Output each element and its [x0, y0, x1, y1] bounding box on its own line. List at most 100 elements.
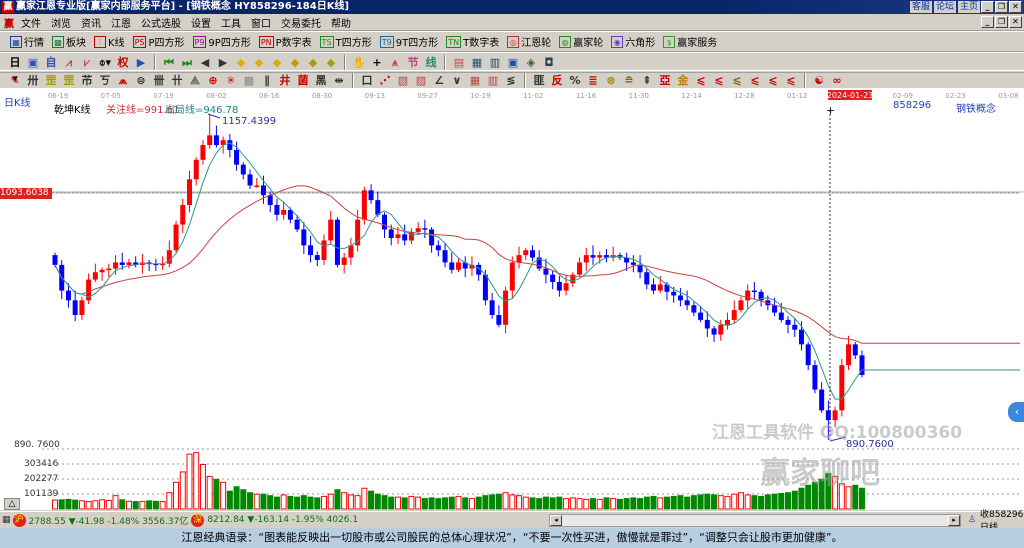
wave-icon[interactable]: ∨ [449, 73, 465, 89]
child-restore-button[interactable]: ❐ [995, 16, 1008, 28]
infinity-icon[interactable]: ∞ [829, 73, 845, 89]
menu-tools[interactable]: 工具 [216, 15, 246, 30]
angle2-icon[interactable]: ∠ [431, 73, 447, 89]
home-link[interactable]: 主页 [957, 1, 980, 13]
circle-icon[interactable]: ⊜ [133, 73, 149, 89]
menu-formula[interactable]: 公式选股 [136, 15, 186, 30]
diamond4-icon[interactable]: ◆ [287, 55, 303, 71]
menu-window[interactable]: 窗口 [246, 15, 276, 30]
square-icon[interactable]: 菌 [295, 73, 311, 89]
diamond3-icon[interactable]: ◆ [269, 55, 285, 71]
auto-icon[interactable]: 自 [43, 55, 59, 71]
scroll-left-button[interactable]: ◂ [550, 515, 562, 526]
le5-icon[interactable]: ⩽ [765, 73, 781, 89]
gold-circle-icon[interactable]: ⊛ [603, 73, 619, 89]
pen-icon[interactable]: ✎ [7, 73, 23, 89]
diamond1-icon[interactable]: ◆ [233, 55, 249, 71]
menu-help[interactable]: 帮助 [326, 15, 356, 30]
hand-icon[interactable]: ✋ [351, 55, 367, 71]
toolbar-button-t-square[interactable]: TS T四方形 [316, 34, 376, 49]
channel-icon[interactable]: ∥ [259, 73, 275, 89]
gann-fan2-icon[interactable]: 罡 [61, 73, 77, 89]
next-icon[interactable]: ▶ [215, 55, 231, 71]
transfer-icon[interactable]: ◘ [541, 55, 557, 71]
span-icon[interactable]: ⇹ [331, 73, 347, 89]
pattern-icon[interactable]: 井 [277, 73, 293, 89]
table-icon[interactable]: ▦ [467, 73, 483, 89]
candle-style-icon[interactable]: ⌽▾ [97, 55, 113, 71]
toolbar-button-hexagon[interactable]: ◉ 六角形 [607, 34, 659, 49]
horizontal-scrollbar[interactable]: ◂ ▸ [549, 514, 961, 527]
gold-icon[interactable]: 金 [675, 73, 691, 89]
percent-icon[interactable]: % [567, 73, 583, 89]
triangle-icon[interactable]: ⟁ [187, 73, 203, 89]
calendar-icon[interactable]: ▤ [451, 55, 467, 71]
grid2-icon[interactable]: ▧ [395, 73, 411, 89]
speed-icon[interactable]: ⋰ [377, 73, 393, 89]
menu-info[interactable]: 资讯 [76, 15, 106, 30]
side-expand-button[interactable]: ‹ [1008, 402, 1024, 422]
yinyang-icon[interactable]: ☯ [811, 73, 827, 89]
menu-browse[interactable]: 浏览 [46, 15, 76, 30]
forum-link[interactable]: 论坛 [933, 1, 956, 13]
angle-icon[interactable]: ⩕ [115, 73, 131, 89]
toolbar-button-service[interactable]: $ 赢家服务 [659, 34, 721, 49]
kline-chart-area[interactable]: 06-19 07-05 07-19 08-02 08-16 08-30 09-13 09-27… [0, 88, 1024, 510]
rights-icon[interactable]: 权 [115, 55, 131, 71]
festival-icon[interactable]: 节 [405, 55, 421, 71]
gann-fan-icon[interactable]: 罡 [43, 73, 59, 89]
zoom-out-icon[interactable]: ⩗ [79, 55, 95, 71]
rect-icon[interactable]: 口 [359, 73, 375, 89]
period-lines-icon[interactable]: 卄 [169, 73, 185, 89]
first-icon[interactable]: ⏮ [161, 55, 177, 71]
toolbar-button-quote[interactable]: ▦ 行情 [6, 34, 48, 49]
flag-icon[interactable]: ▶ [133, 55, 149, 71]
table2-icon[interactable]: ▥ [485, 73, 501, 89]
toolbar-button-sector[interactable]: ▩ 板块 [48, 34, 90, 49]
le-icon[interactable]: ⩽ [693, 73, 709, 89]
le6-icon[interactable]: ⩽ [783, 73, 799, 89]
grid3-icon[interactable]: ▨ [413, 73, 429, 89]
save-icon[interactable]: ▣ [505, 55, 521, 71]
minimize-button[interactable]: _ [981, 1, 994, 13]
target-icon[interactable]: ⊕ [205, 73, 221, 89]
notes-icon[interactable]: ▥ [487, 55, 503, 71]
grid-icon[interactable]: 卅 [25, 73, 41, 89]
menu-trade[interactable]: 交易委托 [276, 15, 326, 30]
toggle-panel-button[interactable]: △ [4, 498, 20, 510]
percent-lines-icon[interactable]: ≣ [585, 73, 601, 89]
le4-icon[interactable]: ⩽ [747, 73, 763, 89]
blackbox-icon[interactable]: 黑 [313, 73, 329, 89]
chart-type-icon[interactable]: ▣ [25, 55, 41, 71]
network-icon[interactable]: ◈ [523, 55, 539, 71]
menu-gann[interactable]: 江恩 [106, 15, 136, 30]
toolbar-button-9t-square[interactable]: T9 9T四方形 [376, 34, 442, 49]
child-close-button[interactable]: ✕ [1009, 16, 1022, 28]
calculator-icon[interactable]: ▦ [2, 515, 11, 525]
toolbar-button-winner-wheel[interactable]: ◍ 赢家轮 [555, 34, 607, 49]
customer-service-link[interactable]: 客服 [909, 1, 932, 13]
fib-icon[interactable]: 芇 [79, 73, 95, 89]
lines-icon[interactable]: ≶ [503, 73, 519, 89]
toolbar-button-gann-wheel[interactable]: ◎ 江恩轮 [503, 34, 555, 49]
diamond5-icon[interactable]: ◆ [305, 55, 321, 71]
sub-icon[interactable]: 亞 [657, 73, 673, 89]
menu-settings[interactable]: 设置 [186, 15, 216, 30]
scroll-right-button[interactable]: ▸ [948, 515, 960, 526]
toolbar-button-p-number[interactable]: PN P数字表 [255, 34, 316, 49]
calculator-icon[interactable]: ▦ [469, 55, 485, 71]
le3-icon[interactable]: ⩽ [729, 73, 745, 89]
box-icon[interactable]: ▩ [241, 73, 257, 89]
toolbar-button-kline[interactable]: ⫶ K线 [90, 34, 129, 49]
reverse-icon[interactable]: 反 [549, 73, 565, 89]
parallel-icon[interactable]: 卌 [151, 73, 167, 89]
last-icon[interactable]: ⏭ [179, 55, 195, 71]
prev-icon[interactable]: ◀ [197, 55, 213, 71]
crosshair-icon[interactable]: + [369, 55, 385, 71]
zoom-in-icon[interactable]: ⩘ [61, 55, 77, 71]
star-icon[interactable]: ✳ [223, 73, 239, 89]
diamond6-icon[interactable]: ◆ [323, 55, 339, 71]
arrow-lines-icon[interactable]: ⇞ [639, 73, 655, 89]
close-button[interactable]: ✕ [1009, 1, 1022, 13]
menu-file[interactable]: 文件 [16, 15, 46, 30]
